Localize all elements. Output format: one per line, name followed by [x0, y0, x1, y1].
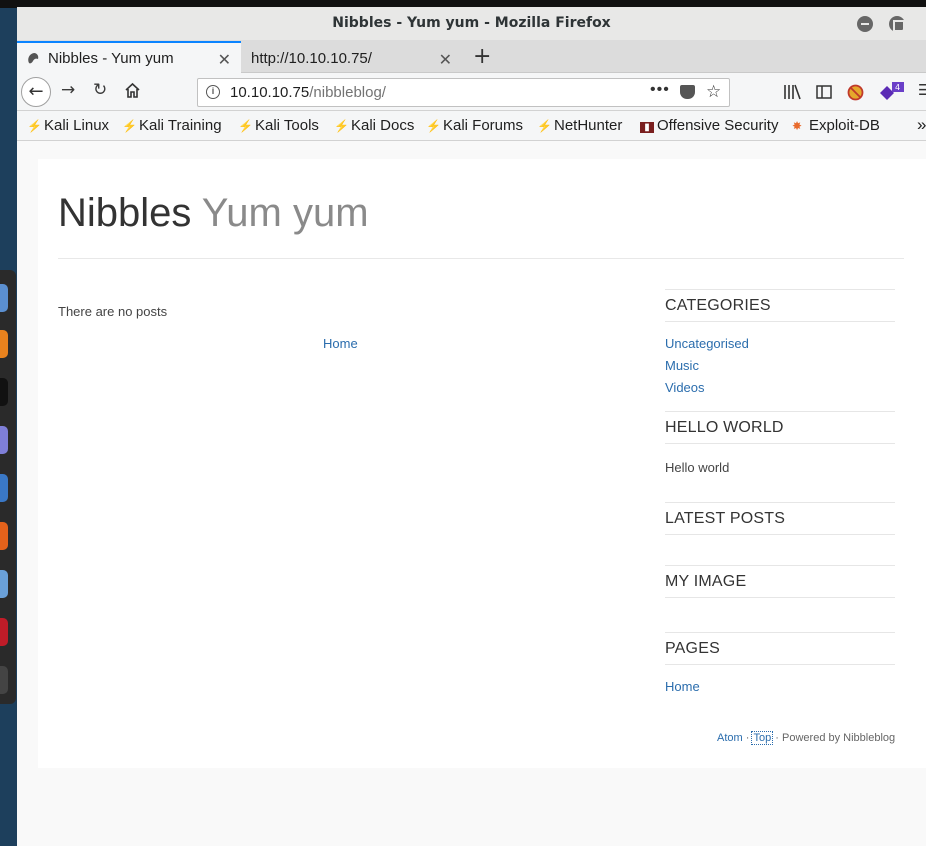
category-link[interactable]: Music [665, 358, 895, 373]
url-path: /nibbleblog/ [309, 84, 386, 101]
back-arrow-icon[interactable]: ← [21, 77, 51, 107]
blog-container: Nibbles Yum yum There are no posts Home … [38, 159, 926, 768]
bookmark-kali-training[interactable]: ⚡ Kali Training [122, 117, 222, 134]
kali-dragon-icon: ⚡ [122, 119, 137, 133]
kali-dragon-icon: ⚡ [537, 119, 552, 133]
bookmark-label: Kali Tools [255, 117, 319, 134]
dock-app-icon[interactable] [0, 570, 8, 598]
bookmarks-overflow-icon[interactable]: » [917, 115, 926, 135]
pager-home-link[interactable]: Home [323, 336, 358, 351]
widget-hello-world: HELLO WORLD Hello world [665, 411, 895, 475]
widget-title: PAGES [665, 632, 895, 665]
dock-app-icon[interactable] [0, 284, 8, 312]
dock-app-icon[interactable] [0, 330, 8, 358]
atom-link[interactable]: Atom [717, 732, 743, 744]
bookmark-nethunter[interactable]: ⚡ NetHunter [537, 117, 622, 134]
home-icon[interactable] [124, 82, 141, 99]
nibbles-favicon-icon [28, 53, 39, 64]
close-tab-icon[interactable]: ✕ [218, 50, 231, 69]
bookmark-label: Kali Forums [443, 117, 524, 134]
sidebar-icon[interactable] [816, 85, 832, 99]
maximize-button[interactable] [889, 16, 905, 32]
library-icon[interactable] [783, 84, 801, 100]
bookmark-label: Kali Training [139, 117, 222, 134]
page-viewport: Nibbles Yum yum There are no posts Home … [17, 142, 926, 846]
dock-app-icon[interactable] [0, 426, 8, 454]
tab-nibbles[interactable]: Nibbles - Yum yum ✕ [17, 41, 241, 73]
page-actions-icon[interactable]: ••• [650, 81, 670, 99]
bookmark-star-icon[interactable]: ☆ [706, 82, 721, 102]
bookmark-offensive-security[interactable]: ▮ Offensive Security [640, 117, 778, 134]
exploit-db-icon: ✸ [792, 119, 803, 133]
nav-toolbar: ← → ↻ i 10.10.10.75/nibbleblog/ ••• ☆ 4 … [17, 73, 926, 111]
bookmark-exploit-db[interactable]: ✸ Exploit-DB [792, 117, 880, 134]
firefox-window: Nibbles - Yum yum - Mozilla Firefox Nibb… [17, 7, 926, 846]
url-bar[interactable]: i 10.10.10.75/nibbleblog/ ••• ☆ [197, 78, 730, 107]
tab-label: http://10.10.10.75/ [251, 50, 372, 67]
dock-app-icon[interactable] [0, 618, 8, 646]
desktop-dock [0, 270, 16, 704]
close-tab-icon[interactable]: ✕ [439, 50, 452, 69]
no-posts-message: There are no posts [58, 304, 168, 319]
bookmark-label: Exploit-DB [809, 117, 880, 134]
blog-name: Nibbles [58, 191, 192, 235]
tab-bar: Nibbles - Yum yum ✕ http://10.10.10.75/ … [17, 41, 926, 73]
sidebar: CATEGORIES Uncategorised Music Videos HE… [665, 289, 895, 701]
dock-app-grid-icon[interactable] [0, 666, 8, 694]
dock-app-icon[interactable] [0, 378, 8, 406]
kali-dragon-icon: ⚡ [426, 119, 441, 133]
addon-badge: 4 [895, 83, 900, 92]
kali-dragon-icon: ⚡ [238, 119, 253, 133]
page-link[interactable]: Home [665, 679, 895, 694]
site-info-icon[interactable]: i [206, 85, 220, 99]
category-link[interactable]: Uncategorised [665, 336, 895, 351]
dock-app-icon[interactable] [0, 522, 8, 550]
menu-icon[interactable]: ☰ [918, 81, 926, 99]
category-link[interactable]: Videos [665, 380, 895, 395]
new-tab-icon[interactable]: + [473, 44, 491, 69]
top-link[interactable]: Top [751, 731, 774, 745]
bookmark-label: Kali Docs [351, 117, 415, 134]
bookmarks-toolbar: ⚡ Kali Linux ⚡ Kali Training ⚡ Kali Tools ⚡… [17, 111, 926, 141]
widget-latest-posts: LATEST POSTS [665, 502, 895, 535]
window-titlebar: Nibbles - Yum yum - Mozilla Firefox [17, 7, 926, 41]
widget-text: Hello world [665, 460, 730, 475]
addon-icon[interactable]: 4 [878, 82, 904, 102]
bookmark-kali-linux[interactable]: ⚡ Kali Linux [27, 117, 109, 134]
footer-separator: · [745, 732, 750, 744]
forward-arrow-icon[interactable]: → [61, 80, 75, 100]
header-divider [58, 258, 904, 259]
pocket-icon[interactable] [680, 85, 695, 99]
powered-by-text: · Powered by Nibbleblog [775, 732, 896, 744]
bookmark-label: Kali Linux [44, 117, 110, 134]
widget-pages: PAGES Home [665, 632, 895, 694]
bookmark-kali-forums[interactable]: ⚡ Kali Forums [426, 117, 523, 134]
widget-title: MY IMAGE [665, 565, 895, 598]
widget-title: CATEGORIES [665, 289, 895, 322]
blog-title: Nibbles Yum yum [58, 191, 369, 236]
url-host: 10.10.10.75 [230, 84, 310, 101]
kali-dragon-icon: ⚡ [27, 119, 42, 133]
kali-dragon-icon: ⚡ [334, 119, 349, 133]
noscript-icon[interactable] [847, 84, 864, 101]
widget-title: HELLO WORLD [665, 411, 895, 444]
tab-label: Nibbles - Yum yum [48, 50, 174, 67]
blog-slogan: Yum yum [201, 191, 369, 235]
window-title: Nibbles - Yum yum - Mozilla Firefox [332, 15, 611, 31]
widget-title: LATEST POSTS [665, 502, 895, 535]
bookmark-kali-docs[interactable]: ⚡ Kali Docs [334, 117, 414, 134]
minimize-button[interactable] [857, 16, 873, 32]
bookmark-kali-tools[interactable]: ⚡ Kali Tools [238, 117, 319, 134]
bookmark-label: NetHunter [554, 117, 623, 134]
reload-icon[interactable]: ↻ [93, 80, 107, 100]
tab-ip[interactable]: http://10.10.10.75/ ✕ [242, 41, 462, 73]
widget-categories: CATEGORIES Uncategorised Music Videos [665, 289, 895, 395]
widget-my-image: MY IMAGE [665, 565, 895, 598]
blog-footer: Atom · Top · Powered by Nibbleblog [717, 731, 896, 745]
dock-app-icon[interactable] [0, 474, 8, 502]
offsec-icon: ▮ [640, 122, 654, 133]
bookmark-label: Offensive Security [657, 117, 779, 134]
